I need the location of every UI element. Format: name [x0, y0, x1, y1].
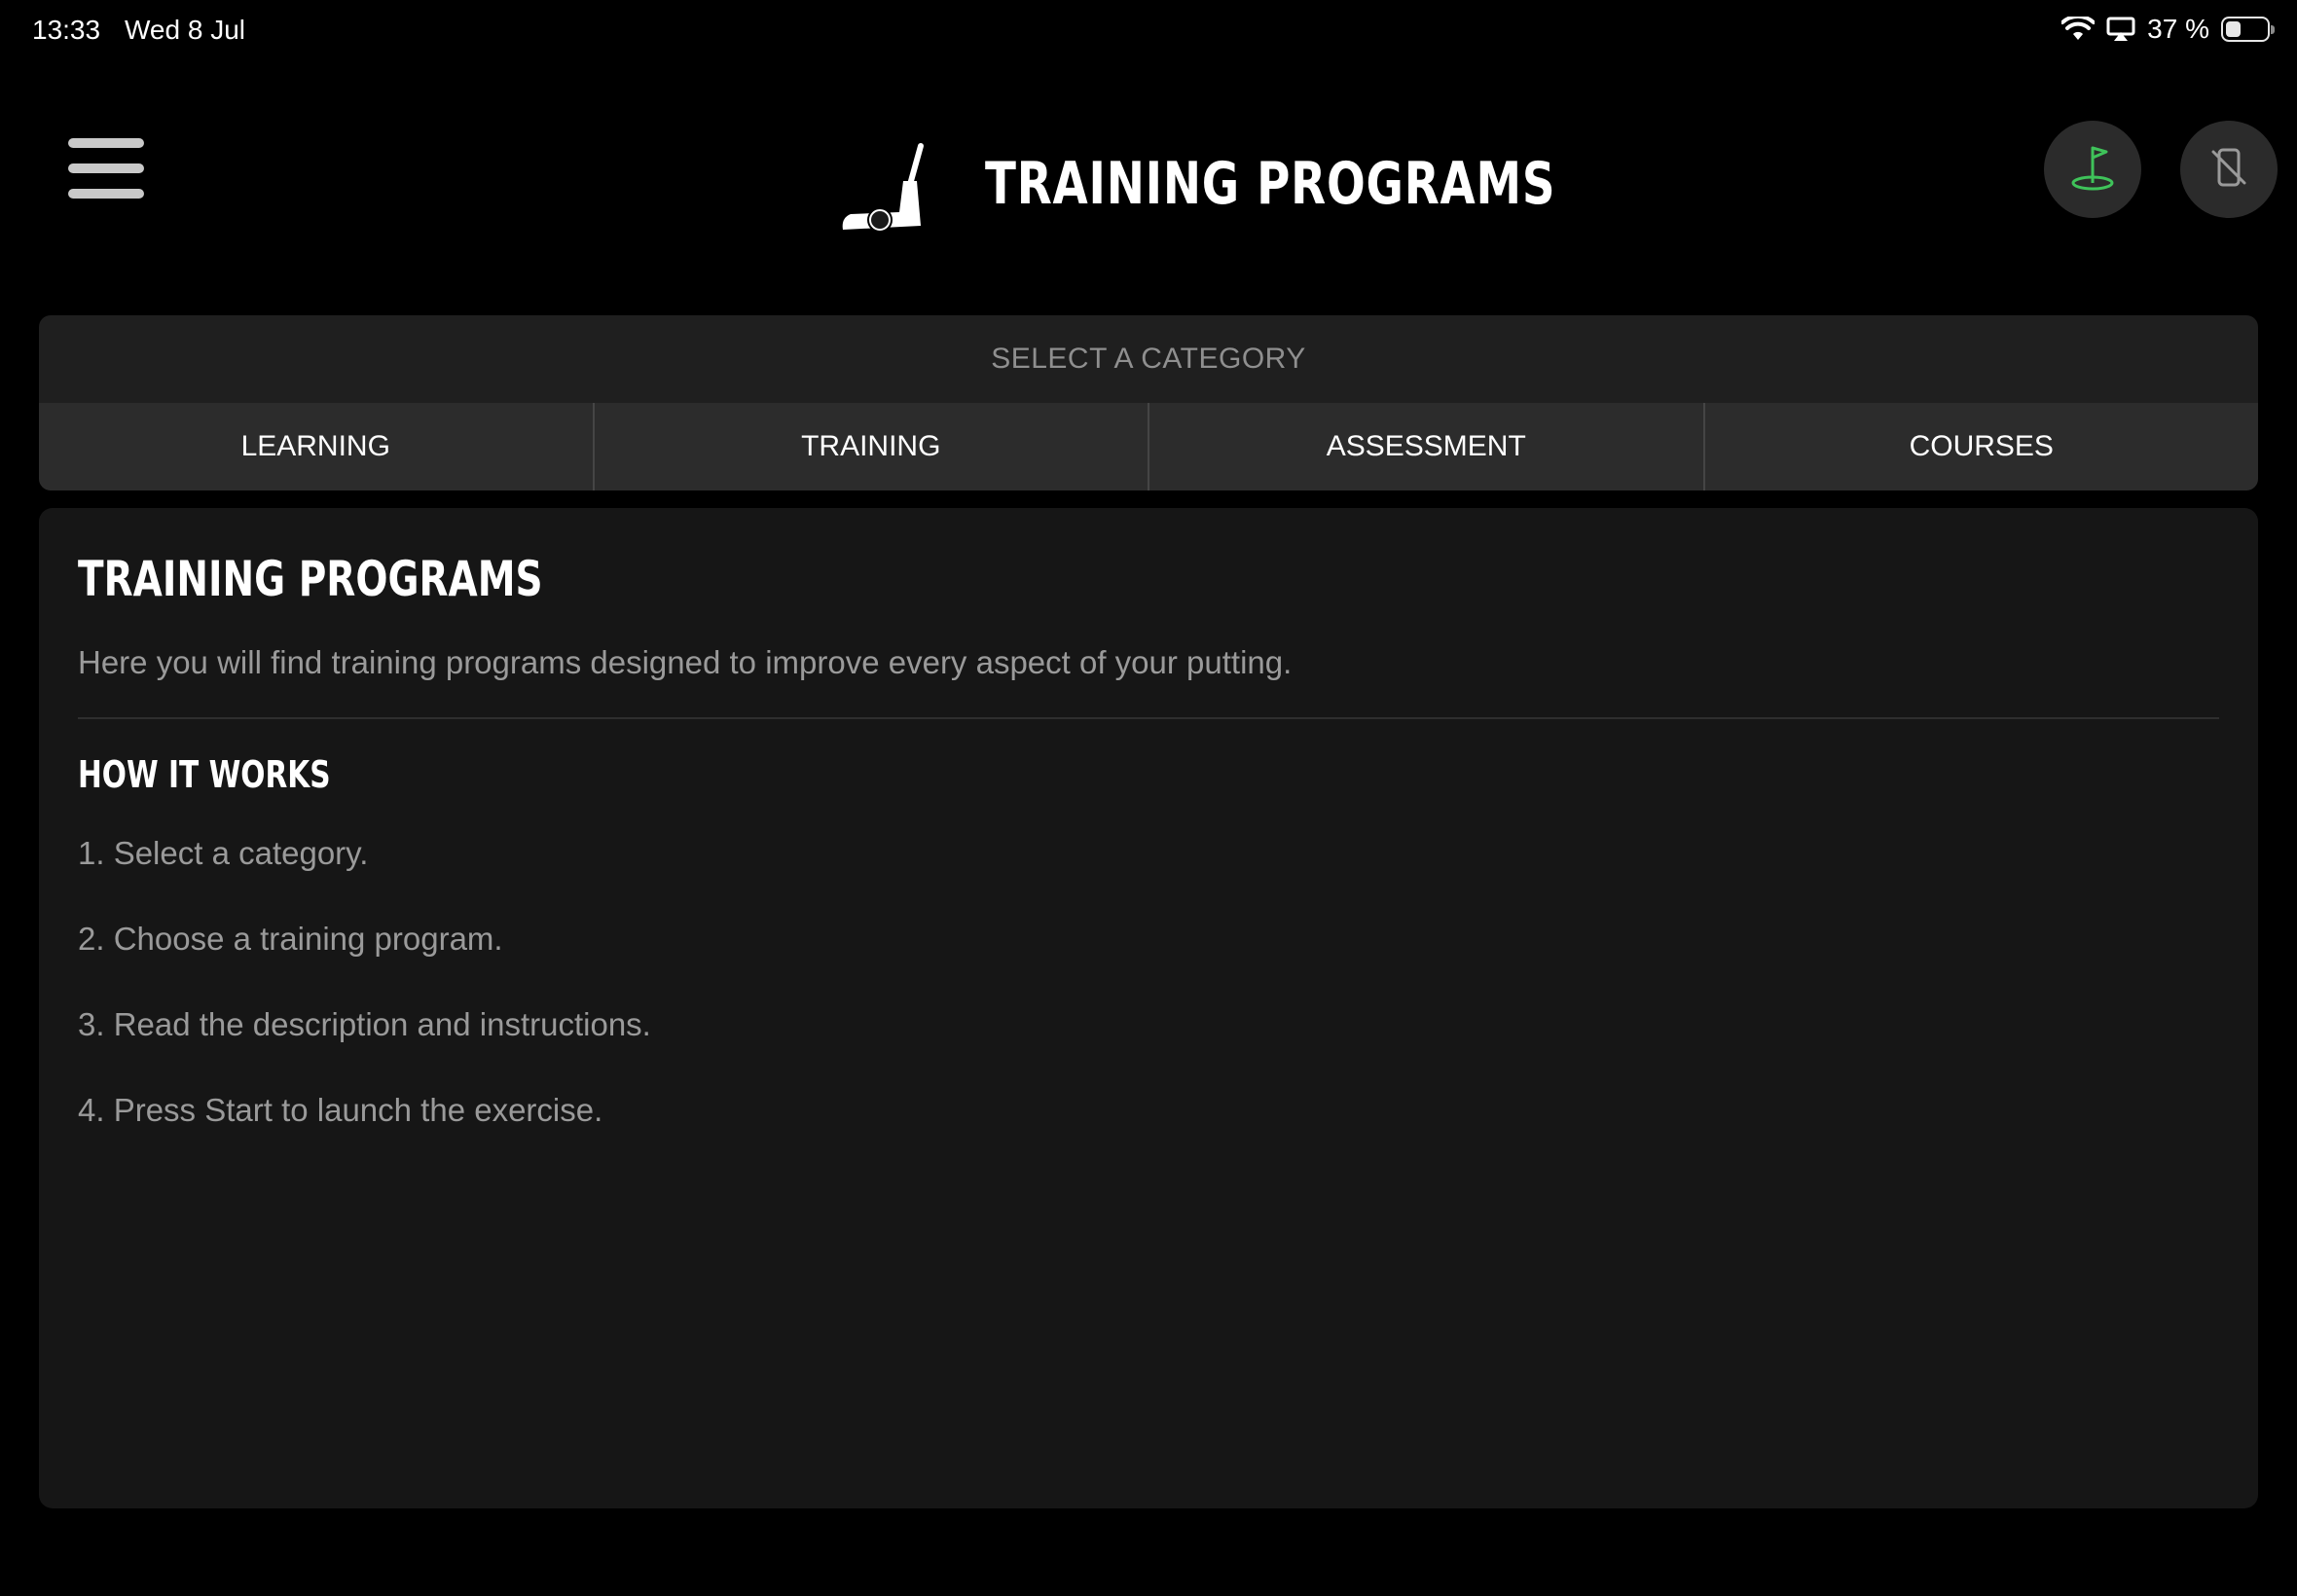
wifi-icon: [2061, 17, 2096, 42]
divider: [78, 717, 2219, 719]
category-header: SELECT A CATEGORY: [39, 315, 2258, 403]
status-bar: 13:33 Wed 8 Jul 37 %: [0, 0, 2297, 62]
phone-disconnected-icon: [2207, 146, 2250, 194]
how-it-works-title: HOW IT WORKS: [78, 753, 331, 796]
menu-line: [68, 189, 144, 199]
step-item: 1. Select a category.: [78, 835, 369, 871]
step-item: 2. Choose a training program.: [78, 921, 503, 957]
airplay-icon: [2106, 17, 2135, 42]
menu-line: [68, 163, 144, 173]
status-indicators: 37 %: [2061, 14, 2275, 45]
category-label: SELECT A CATEGORY: [991, 343, 1306, 375]
battery-percent: 37 %: [2147, 14, 2209, 44]
menu-line: [68, 138, 144, 148]
info-card: TRAINING PROGRAMS Here you will find tra…: [39, 508, 2258, 1508]
tab-courses[interactable]: COURSES: [1705, 403, 2259, 490]
info-description: Here you will find training programs des…: [78, 644, 1293, 680]
status-date: Wed 8 Jul: [125, 15, 245, 45]
device-connection-button[interactable]: [2180, 121, 2278, 218]
putter-icon: [839, 142, 927, 236]
tab-training[interactable]: TRAINING: [595, 403, 1149, 490]
tab-assessment[interactable]: ASSESSMENT: [1149, 403, 1705, 490]
status-time: 13:33: [32, 15, 101, 45]
category-tabs: LEARNING TRAINING ASSESSMENT COURSES: [39, 403, 2258, 490]
info-title: TRAINING PROGRAMS: [78, 551, 543, 607]
battery-icon: [2221, 17, 2275, 42]
page-title: TRAINING PROGRAMS: [985, 150, 1556, 218]
step-item: 4. Press Start to launch the exercise.: [78, 1092, 603, 1128]
golf-flag-icon: [2065, 140, 2120, 200]
battery-fill: [2226, 21, 2241, 37]
step-item: 3. Read the description and instructions…: [78, 1006, 651, 1042]
green-mode-button[interactable]: [2044, 121, 2141, 218]
hamburger-menu-icon[interactable]: [68, 138, 144, 199]
tab-learning[interactable]: LEARNING: [39, 403, 595, 490]
